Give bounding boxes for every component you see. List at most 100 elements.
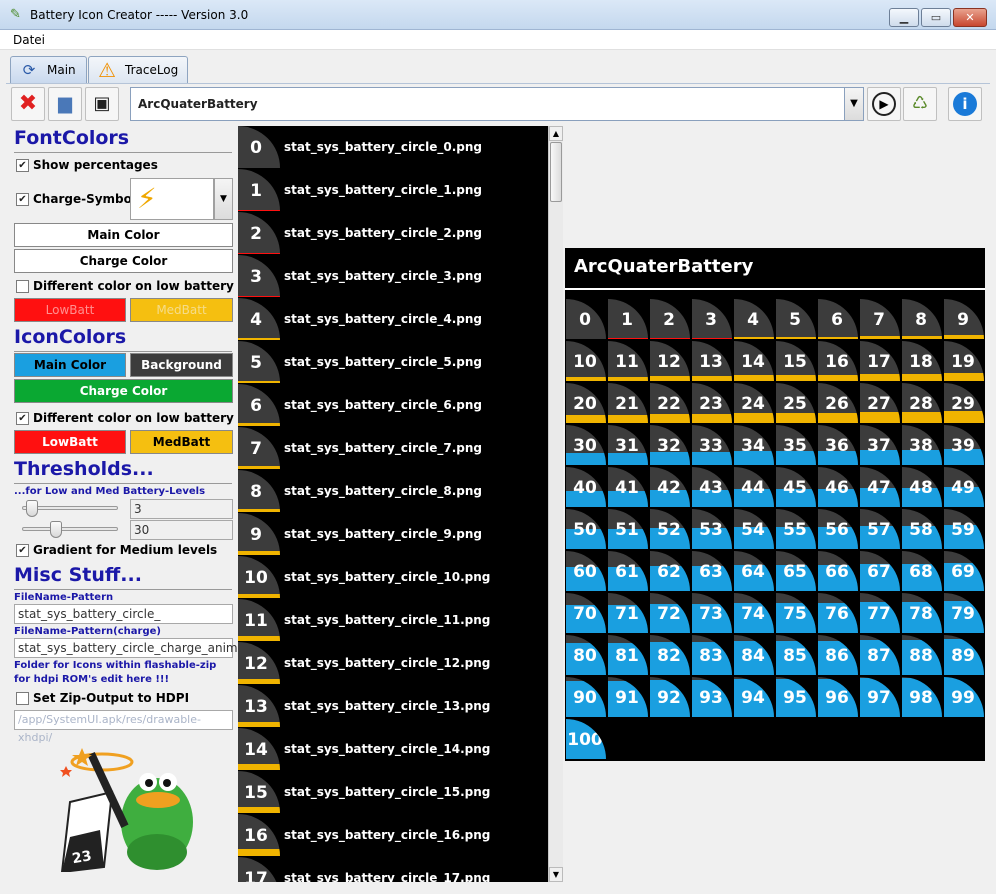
close-window-button[interactable]: ✕ — [953, 8, 987, 27]
slider-knob[interactable] — [26, 500, 38, 517]
scroll-up-button[interactable]: ▲ — [549, 126, 563, 141]
file-list-row[interactable]: 16 stat_sys_battery_circle_16.png — [238, 814, 548, 857]
file-list-row[interactable]: 3 stat_sys_battery_circle_3.png — [238, 255, 548, 298]
preview-battery-icon: 81 — [608, 635, 648, 675]
charge-symbol-dropdown[interactable]: ▼ — [214, 178, 233, 220]
file-list-row[interactable]: 6 stat_sys_battery_circle_6.png — [238, 384, 548, 427]
battery-type-combo[interactable]: ArcQuaterBattery — [130, 87, 864, 121]
preview-battery-icon: 51 — [608, 509, 648, 549]
tab-main[interactable]: ⟳ Main — [10, 56, 87, 83]
delete-icon: ✖ — [18, 91, 38, 116]
info-button[interactable]: i — [948, 87, 982, 121]
file-list-scrollbar[interactable]: ▲ ▼ — [548, 126, 563, 882]
file-list-row[interactable]: 5 stat_sys_battery_circle_5.png — [238, 341, 548, 384]
preview-battery-icon: 33 — [692, 425, 732, 465]
battery-level-label: 3 — [250, 267, 262, 287]
play-button[interactable]: ▶ — [867, 87, 901, 121]
show-percentages-checkbox[interactable]: ✔ — [16, 159, 29, 172]
preview-level-label: 62 — [657, 562, 681, 582]
low-threshold-slider[interactable] — [22, 500, 118, 517]
font-diff-low-checkbox[interactable] — [16, 280, 29, 293]
file-name: stat_sys_battery_circle_0.png — [284, 140, 482, 154]
icon-main-color-button[interactable]: Main Color — [14, 353, 126, 377]
pattern-input[interactable]: stat_sys_battery_circle_ — [14, 604, 233, 624]
preview-battery-icon: 61 — [608, 551, 648, 591]
file-list-row[interactable]: 11 stat_sys_battery_circle_11.png — [238, 599, 548, 642]
med-threshold-slider[interactable] — [22, 521, 118, 538]
zip-path-input[interactable]: /app/SystemUI.apk/res/drawable-xhdpi/ — [14, 710, 233, 744]
preview-level-label: 98 — [909, 688, 933, 708]
battery-level-label: 5 — [250, 353, 262, 373]
icon-diff-low-checkbox[interactable]: ✔ — [16, 412, 29, 425]
play-icon: ▶ — [872, 92, 896, 116]
battery-icon: 10 — [238, 556, 280, 598]
preview-battery-icon: 48 — [902, 467, 942, 507]
chevron-down-icon: ▼ — [552, 870, 560, 879]
preview-battery-icon: 76 — [818, 593, 858, 633]
file-name: stat_sys_battery_circle_9.png — [284, 527, 482, 541]
file-list-row[interactable]: 4 stat_sys_battery_circle_4.png — [238, 298, 548, 341]
file-name: stat_sys_battery_circle_11.png — [284, 613, 491, 627]
preview-battery-icon: 9 — [944, 299, 984, 339]
export-button[interactable]: ♺ — [903, 87, 937, 121]
icon-background-button[interactable]: Background — [130, 353, 233, 377]
charge-symbol-select[interactable]: ⚡ — [130, 178, 214, 220]
battery-icon: 2 — [238, 212, 280, 254]
file-list-row[interactable]: 8 stat_sys_battery_circle_8.png — [238, 470, 548, 513]
battery-level-label: 1 — [250, 181, 262, 201]
hdpi-checkbox[interactable] — [16, 692, 29, 705]
battery-level-label: 0 — [250, 138, 262, 158]
delete-button[interactable]: ✖ — [11, 87, 45, 121]
battery-level-label: 7 — [250, 439, 262, 459]
file-list[interactable]: 0 stat_sys_battery_circle_0.png 1 stat_sys_… — [238, 126, 562, 882]
title-bar: ✎ Battery Icon Creator ----- Version 3.0… — [0, 0, 996, 30]
file-list-row[interactable]: 2 stat_sys_battery_circle_2.png — [238, 212, 548, 255]
file-list-row[interactable]: 15 stat_sys_battery_circle_15.png — [238, 771, 548, 814]
file-list-row[interactable]: 9 stat_sys_battery_circle_9.png — [238, 513, 548, 556]
file-list-row[interactable]: 17 stat_sys_battery_circle_17.png — [238, 857, 548, 882]
font-medbatt-button[interactable]: MedBatt — [130, 298, 233, 322]
icon-charge-color-button[interactable]: Charge Color — [14, 379, 233, 403]
charge-symbol-checkbox[interactable]: ✔ — [16, 193, 29, 206]
file-list-row[interactable]: 0 stat_sys_battery_circle_0.png — [238, 126, 548, 169]
menu-datei[interactable]: Datei — [13, 33, 45, 47]
file-list-row[interactable]: 1 stat_sys_battery_circle_1.png — [238, 169, 548, 212]
preview-title: ArcQuaterBattery — [574, 256, 754, 277]
file-list-row[interactable]: 7 stat_sys_battery_circle_7.png — [238, 427, 548, 470]
tab-tracelog[interactable]: ⚠ TraceLog — [88, 56, 188, 83]
save-button[interactable]: ▣ — [85, 87, 119, 121]
scroll-thumb[interactable] — [550, 142, 562, 202]
low-threshold-value[interactable]: 3 — [130, 499, 233, 519]
floppy-icon: ▣ — [93, 93, 111, 114]
preview-level-label: 77 — [867, 604, 891, 624]
thresholds-subtitle: ...for Low and Med Battery-Levels — [14, 486, 206, 497]
maximize-button[interactable]: ▭ — [921, 8, 951, 27]
file-list-row[interactable]: 12 stat_sys_battery_circle_12.png — [238, 642, 548, 685]
preview-battery-icon: 44 — [734, 467, 774, 507]
preview-level-label: 74 — [741, 604, 765, 624]
lightning-icon: ⚡ — [137, 182, 157, 215]
icon-medbatt-button[interactable]: MedBatt — [130, 430, 233, 454]
preview-battery-icon: 19 — [944, 341, 984, 381]
slider-knob[interactable] — [50, 521, 62, 538]
med-threshold-value[interactable]: 30 — [130, 520, 233, 540]
combo-dropdown-button[interactable]: ▼ — [844, 87, 864, 121]
scroll-down-button[interactable]: ▼ — [549, 867, 563, 882]
pattern-charge-input[interactable]: stat_sys_battery_circle_charge_anim — [14, 638, 238, 658]
font-main-color-button[interactable]: Main Color — [14, 223, 233, 247]
open-button[interactable]: ▆ — [48, 87, 82, 121]
preview-level-label: 66 — [825, 562, 849, 582]
toolbar: ✖ ▆ ▣ ArcQuaterBattery ▼ ▶ ♺ i — [6, 83, 990, 125]
file-list-row[interactable]: 10 stat_sys_battery_circle_10.png — [238, 556, 548, 599]
preview-level-label: 2 — [663, 310, 675, 330]
preview-level-label: 94 — [741, 688, 765, 708]
icon-lowbatt-button[interactable]: LowBatt — [14, 430, 126, 454]
font-charge-color-button[interactable]: Charge Color — [14, 249, 233, 273]
file-list-row[interactable]: 14 stat_sys_battery_circle_14.png — [238, 728, 548, 771]
font-diff-low-label: Different color on low battery — [33, 279, 234, 293]
gradient-checkbox[interactable]: ✔ — [16, 544, 29, 557]
font-lowbatt-button[interactable]: LowBatt — [14, 298, 126, 322]
battery-icon: 3 — [238, 255, 280, 297]
file-list-row[interactable]: 13 stat_sys_battery_circle_13.png — [238, 685, 548, 728]
minimize-button[interactable]: ▁ — [889, 8, 919, 27]
